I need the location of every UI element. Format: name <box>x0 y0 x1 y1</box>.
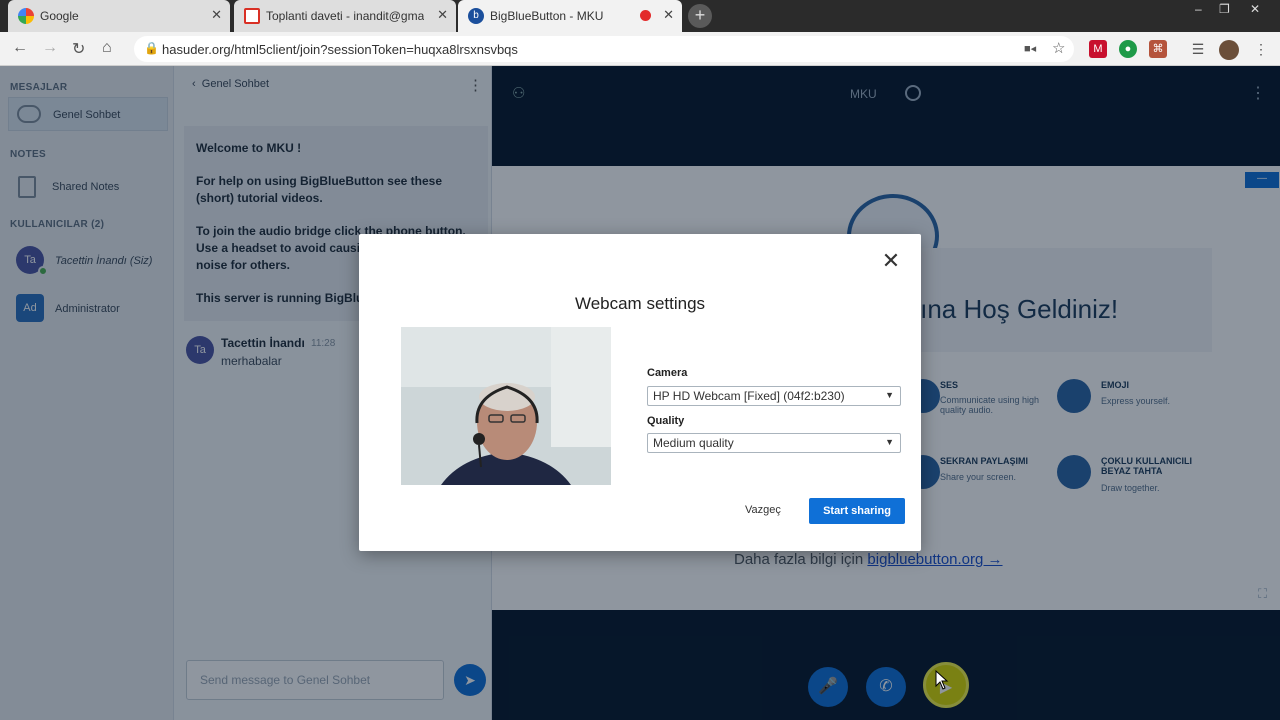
tab-gmail[interactable]: Toplanti daveti - inandit@gmail.com ✕ <box>234 0 456 32</box>
tab-close-icon[interactable]: ✕ <box>663 7 674 23</box>
extension-green-icon[interactable]: ● <box>1119 40 1137 58</box>
tab-google[interactable]: Google ✕ <box>8 0 230 32</box>
tab-bigbluebutton[interactable]: b BigBlueButton - MKU ✕ <box>458 0 682 32</box>
quality-select[interactable]: Medium quality ▼ <box>647 433 901 453</box>
gmail-favicon-icon <box>244 8 260 24</box>
camera-select-value: HP HD Webcam [Fixed] (04f2:b230) <box>653 389 845 403</box>
tab-close-icon[interactable]: ✕ <box>211 7 222 23</box>
new-tab-button[interactable]: + <box>688 4 712 28</box>
profile-avatar[interactable] <box>1219 40 1239 60</box>
recording-indicator-icon <box>640 10 651 21</box>
camera-in-use-icon[interactable]: ■◂ <box>1024 42 1036 55</box>
quality-select-value: Medium quality <box>653 436 734 450</box>
address-bar[interactable]: 🔒 hasuder.org/html5client/join?sessionTo… <box>134 36 1074 62</box>
mouse-cursor-icon <box>935 670 949 690</box>
browser-tab-bar: Google ✕ Toplanti daveti - inandit@gmail… <box>0 0 1280 32</box>
extension-pdf-icon[interactable]: ⌘ <box>1149 40 1167 58</box>
reload-icon[interactable]: ↻ <box>72 39 85 59</box>
quality-label: Quality <box>647 415 685 427</box>
cancel-button[interactable]: Vazgeç <box>745 504 781 516</box>
browser-toolbar: ← → ↻ ⌂ 🔒 hasuder.org/html5client/join?s… <box>0 32 1280 66</box>
dropdown-arrow-icon: ▼ <box>885 437 894 447</box>
forward-arrow-icon[interactable]: → <box>42 39 58 57</box>
modal-title: Webcam settings <box>574 294 706 313</box>
bookmark-star-icon[interactable]: ☆ <box>1052 39 1065 57</box>
bigbluebutton-favicon-icon: b <box>468 8 484 24</box>
tab-title: BigBlueButton - MKU <box>490 9 604 23</box>
lock-icon: 🔒 <box>144 41 159 55</box>
google-favicon-icon <box>18 8 34 24</box>
modal-close-icon[interactable]: ✕ <box>879 250 903 274</box>
tab-close-icon[interactable]: ✕ <box>437 7 448 23</box>
webcam-settings-modal: ✕ Webcam settings Camera HP HD Webcam [F… <box>359 234 921 551</box>
home-icon[interactable]: ⌂ <box>102 39 112 57</box>
back-arrow-icon[interactable]: ← <box>12 39 28 57</box>
start-sharing-button[interactable]: Start sharing <box>809 498 905 524</box>
reading-list-icon[interactable]: ☰ <box>1189 40 1207 58</box>
url-text: hasuder.org/html5client/join?sessionToke… <box>162 42 518 57</box>
extension-red-icon[interactable]: M <box>1089 40 1107 58</box>
camera-select[interactable]: HP HD Webcam [Fixed] (04f2:b230) ▼ <box>647 386 901 406</box>
maximize-icon[interactable]: ❐ <box>1219 2 1230 16</box>
dropdown-arrow-icon: ▼ <box>885 390 894 400</box>
browser-menu-icon[interactable]: ⋮ <box>1252 40 1270 58</box>
tab-title: Google <box>40 9 79 23</box>
tab-title: Toplanti daveti - inandit@gmail.com <box>266 9 424 23</box>
window-close-icon[interactable]: ✕ <box>1250 2 1260 16</box>
webcam-preview <box>401 327 611 485</box>
minimize-icon[interactable]: – <box>1195 2 1202 16</box>
camera-label: Camera <box>647 367 688 379</box>
